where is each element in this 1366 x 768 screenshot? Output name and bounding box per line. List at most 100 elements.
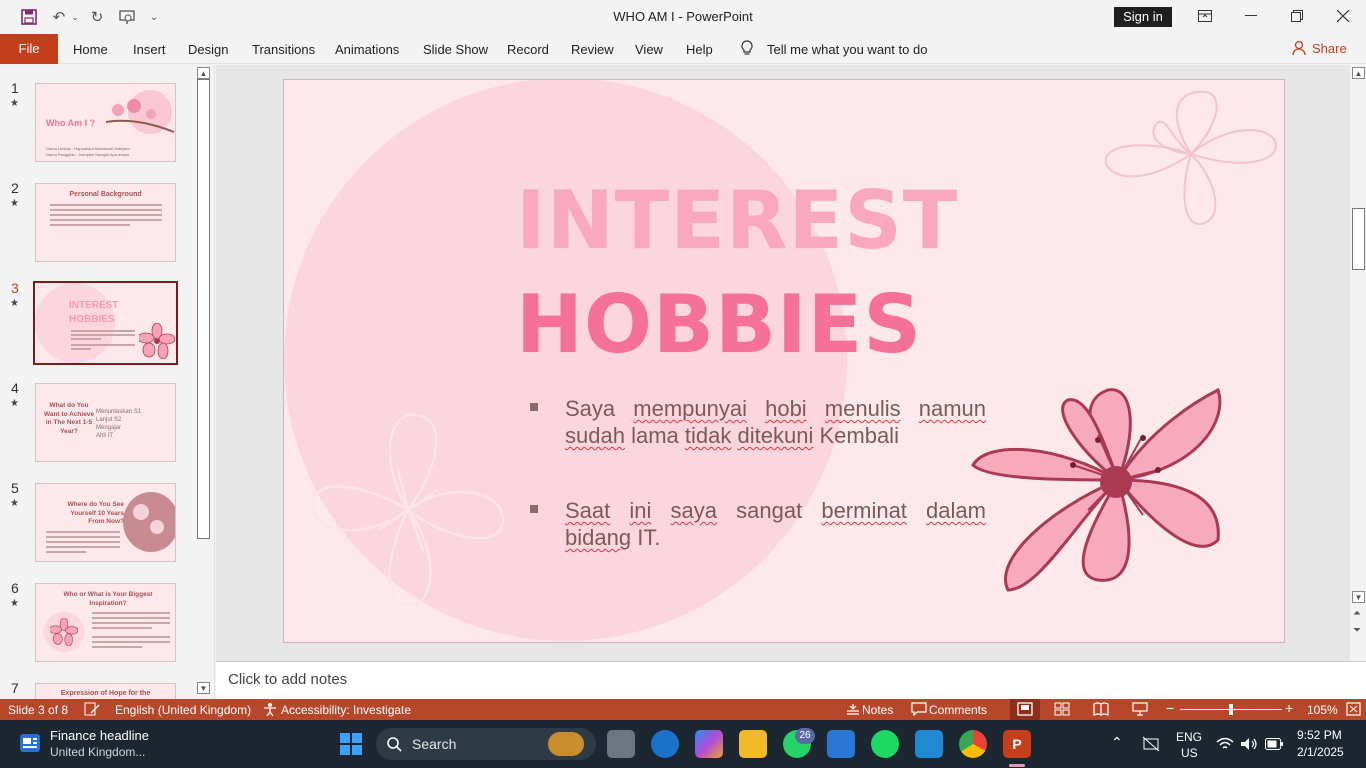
thumb-line: Nama Panggilan : Indriyani Saragih Apa a… [46,152,129,157]
word: sudah [565,423,625,448]
copilot-icon[interactable] [695,730,723,758]
restore-icon[interactable] [1274,2,1320,30]
battery-icon[interactable] [1265,738,1283,750]
zoom-slider-handle[interactable] [1229,704,1233,715]
search-icon [387,737,402,752]
wifi-icon[interactable] [1216,737,1234,751]
scroll-down-icon[interactable]: ▼ [197,682,210,694]
vscode-icon[interactable] [915,730,943,758]
tab-transitions[interactable]: Transitions [252,42,315,57]
scroll-up-icon[interactable]: ▲ [197,67,210,79]
spelling-check-icon[interactable] [84,702,100,716]
tab-slide-show[interactable]: Slide Show [423,42,488,57]
tab-record[interactable]: Record [507,42,549,57]
pink-flower-icon[interactable] [968,380,1242,600]
zoom-level[interactable]: 105% [1307,703,1338,717]
slide-show-icon[interactable] [1132,702,1148,716]
tab-design[interactable]: Design [188,42,228,57]
slide-scrollbar[interactable]: ▲ ▼ ⏶ ⏷ [1350,65,1366,661]
undo-dropdown-icon[interactable]: ⌄ [70,6,80,28]
current-slide[interactable]: INTEREST HOBBIES Saya mempunyai hobi men… [283,79,1285,643]
minimize-icon[interactable] [1228,2,1274,30]
clock-date[interactable]: 2/1/2025 [1297,745,1344,759]
spotify-icon[interactable] [871,730,899,758]
input-language-top[interactable]: ENG [1176,730,1202,744]
outline-flower-decoration-icon [1104,90,1278,226]
powerpoint-icon[interactable]: P [1003,730,1031,758]
tab-file[interactable]: File [0,34,58,64]
tab-animations[interactable]: Animations [335,42,399,57]
notes-toggle[interactable]: Notes [862,703,893,717]
scroll-thumb[interactable] [197,79,210,539]
microsoft-store-icon[interactable] [827,730,855,758]
present-from-start-icon[interactable] [116,6,138,28]
windows-start-icon[interactable] [339,732,363,756]
word: IT. [637,525,661,550]
slide-thumbnail-1[interactable]: Who Am I ? Nama Lenkap : Hapsahara Mahak… [35,83,176,162]
slide-thumbnail-4[interactable]: What do You Want to Achieve in The Next … [35,383,176,462]
customize-toolbar-icon[interactable]: ⌄ [146,6,162,28]
chrome-icon[interactable] [959,730,987,758]
taskbar-search-box[interactable]: Search [376,728,596,760]
slide-sorter-icon[interactable] [1054,702,1070,716]
slide-number: 3 [11,280,19,296]
tab-insert[interactable]: Insert [133,42,166,57]
show-hidden-icons-icon[interactable]: ⌃ [1111,734,1123,751]
next-slide-icon[interactable]: ⏷ [1353,625,1361,636]
tab-review[interactable]: Review [571,42,614,57]
windows-taskbar: Finance headline United Kingdom... Searc… [0,720,1366,768]
save-icon[interactable] [18,6,40,28]
notes-pane[interactable]: Click to add notes [216,661,1366,699]
tab-view[interactable]: View [635,42,663,57]
ribbon-display-options-icon[interactable] [1182,2,1228,30]
network-offline-icon[interactable] [1142,736,1160,752]
zoom-in-icon[interactable]: + [1285,700,1293,716]
previous-slide-icon[interactable]: ⏶ [1353,608,1361,619]
clock-time[interactable]: 9:52 PM [1297,728,1342,742]
tab-home[interactable]: Home [73,42,108,57]
redo-icon[interactable]: ↻ [86,6,108,28]
undo-icon[interactable]: ↶ [48,6,70,28]
slide-thumbnail-7[interactable]: Expression of Hope for the [35,683,176,699]
share-button[interactable]: Share [1292,40,1347,56]
bullet-text-2[interactable]: Saat ini saya sangat berminat dalam bida… [565,497,986,551]
news-title[interactable]: Finance headline [50,728,149,743]
close-icon[interactable] [1320,2,1366,30]
edge-icon[interactable] [651,730,679,758]
slide-title-line-2[interactable]: HOBBIES [516,280,922,370]
news-widget-icon[interactable] [18,731,42,755]
tab-help[interactable]: Help [686,42,713,57]
news-subtitle[interactable]: United Kingdom... [50,745,145,759]
file-explorer-icon[interactable] [739,730,767,758]
normal-view-button[interactable] [1010,699,1040,720]
scroll-down-icon[interactable]: ▼ [1352,591,1365,603]
input-language-bottom[interactable]: US [1181,746,1198,760]
word: Kembali [819,423,899,448]
slide-thumbnail-3[interactable]: INTEREST HOBBIES [33,281,178,365]
comments-toggle[interactable]: Comments [929,703,987,717]
slide-title-line-1[interactable]: INTEREST [516,176,958,266]
language-indicator[interactable]: English (United Kingdom) [115,703,251,717]
thumb-line: Nama Lenkap : Hapsahara Mahaksari Indriy… [46,146,130,151]
bullet-text-1[interactable]: Saya mempunyai hobi menulis namun sudah … [565,395,986,449]
accessibility-status[interactable]: Accessibility: Investigate [281,703,411,717]
thumbnail-scrollbar[interactable]: ▲ ▼ [197,67,210,697]
fit-to-window-icon[interactable] [1346,702,1362,716]
zoom-out-icon[interactable]: − [1166,700,1174,716]
slide-count: Slide 3 of 8 [8,703,69,717]
sign-in-button[interactable]: Sign in [1114,7,1172,27]
reading-view-icon[interactable] [1093,702,1109,716]
scroll-up-icon[interactable]: ▲ [1352,67,1365,79]
slide-thumbnail-5[interactable]: Where do You See Yourself 10 Years From … [35,483,176,562]
accessibility-icon [264,703,276,716]
word: ini [629,498,652,523]
task-view-icon[interactable] [607,730,635,758]
search-highlight-icon [548,732,584,756]
slide-thumbnail-6[interactable]: Who or What is Your Biggest Inspiration? [35,583,176,662]
tell-me-search[interactable]: Tell me what you want to do [767,42,927,57]
volume-icon[interactable] [1240,737,1258,751]
scroll-thumb[interactable] [1352,208,1365,270]
slide-thumbnail-2[interactable]: Personal Background [35,183,176,262]
thumb-title: Expression of Hope for the [60,690,151,697]
lightbulb-icon[interactable] [740,40,754,60]
